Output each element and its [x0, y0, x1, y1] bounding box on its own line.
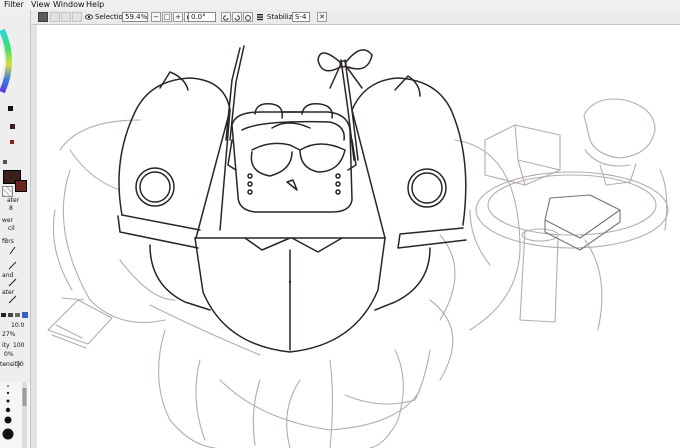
size-value[interactable]: 10.0: [11, 322, 24, 329]
marker-icon[interactable]: [8, 295, 17, 304]
sketch-layer: [47, 98, 669, 448]
swatch-red[interactable]: [10, 140, 14, 144]
zoom-reset-button[interactable]: □: [162, 12, 172, 22]
swatch-black[interactable]: [8, 106, 13, 111]
pen-icon[interactable]: [8, 246, 17, 255]
zoom-out-button[interactable]: −: [151, 12, 161, 22]
lineart-layer: [117, 45, 467, 353]
menu-view[interactable]: View: [31, 0, 50, 10]
reset-rotation-icon: [245, 15, 251, 21]
stabilizer-select[interactable]: S-4: [292, 12, 310, 22]
menu-window[interactable]: Window: [53, 0, 85, 10]
brush-label-3[interactable]: wer: [2, 217, 13, 224]
flip-icon[interactable]: [256, 12, 264, 22]
artwork: [47, 45, 669, 448]
transparent-color-icon[interactable]: [2, 186, 13, 197]
close-icon[interactable]: ✕: [317, 12, 327, 22]
rotation-field[interactable]: 0.0°: [188, 12, 216, 22]
blend-value[interactable]: 0%: [4, 351, 14, 358]
menu-help[interactable]: Help: [86, 0, 104, 10]
opacity-value[interactable]: 27%: [2, 331, 15, 338]
intensity-value[interactable]: 70: [16, 361, 24, 368]
invert-selection-button[interactable]: [50, 12, 60, 22]
rotate-left-icon: [223, 15, 229, 21]
rotate-right-button[interactable]: [232, 12, 242, 22]
pencil-icon[interactable]: [8, 261, 17, 270]
zoom-field[interactable]: 59.4%: [122, 12, 148, 22]
swatch-small[interactable]: [3, 160, 7, 164]
density-value[interactable]: 100: [13, 342, 24, 349]
menu-filter[interactable]: Filter: [4, 0, 24, 10]
brush-label-2[interactable]: 8: [9, 205, 13, 212]
rotate-right-icon: [234, 15, 240, 21]
eye-icon[interactable]: [85, 12, 93, 22]
brush-size-list[interactable]: [0, 382, 30, 448]
selection-mode-button[interactable]: [61, 12, 71, 22]
brush-label-5[interactable]: fBrs: [2, 238, 14, 245]
reset-rotation-button[interactable]: [243, 12, 253, 22]
brush-icon[interactable]: [8, 278, 17, 287]
left-panel: ater 8 wer cil fBrs and ater 10.0 27% it…: [0, 10, 31, 448]
rotate-left-button[interactable]: [221, 12, 231, 22]
brush-label-4[interactable]: cil: [8, 225, 15, 232]
deselect-button[interactable]: [38, 12, 48, 22]
density-label: ity: [2, 342, 10, 349]
brush-shape-row: [1, 312, 29, 318]
zoom-in-button[interactable]: +: [173, 12, 183, 22]
transform-button[interactable]: [72, 12, 82, 22]
toolbar: Selection 59.4% − □ + ▪ 0.0° Stabilizer …: [30, 10, 680, 25]
brush-label-1[interactable]: ater: [7, 197, 19, 204]
color-wheel[interactable]: [0, 24, 18, 98]
secondary-color-swatch[interactable]: [15, 180, 27, 192]
drawing-canvas[interactable]: [37, 25, 680, 448]
swatch-dark[interactable]: [10, 124, 15, 129]
